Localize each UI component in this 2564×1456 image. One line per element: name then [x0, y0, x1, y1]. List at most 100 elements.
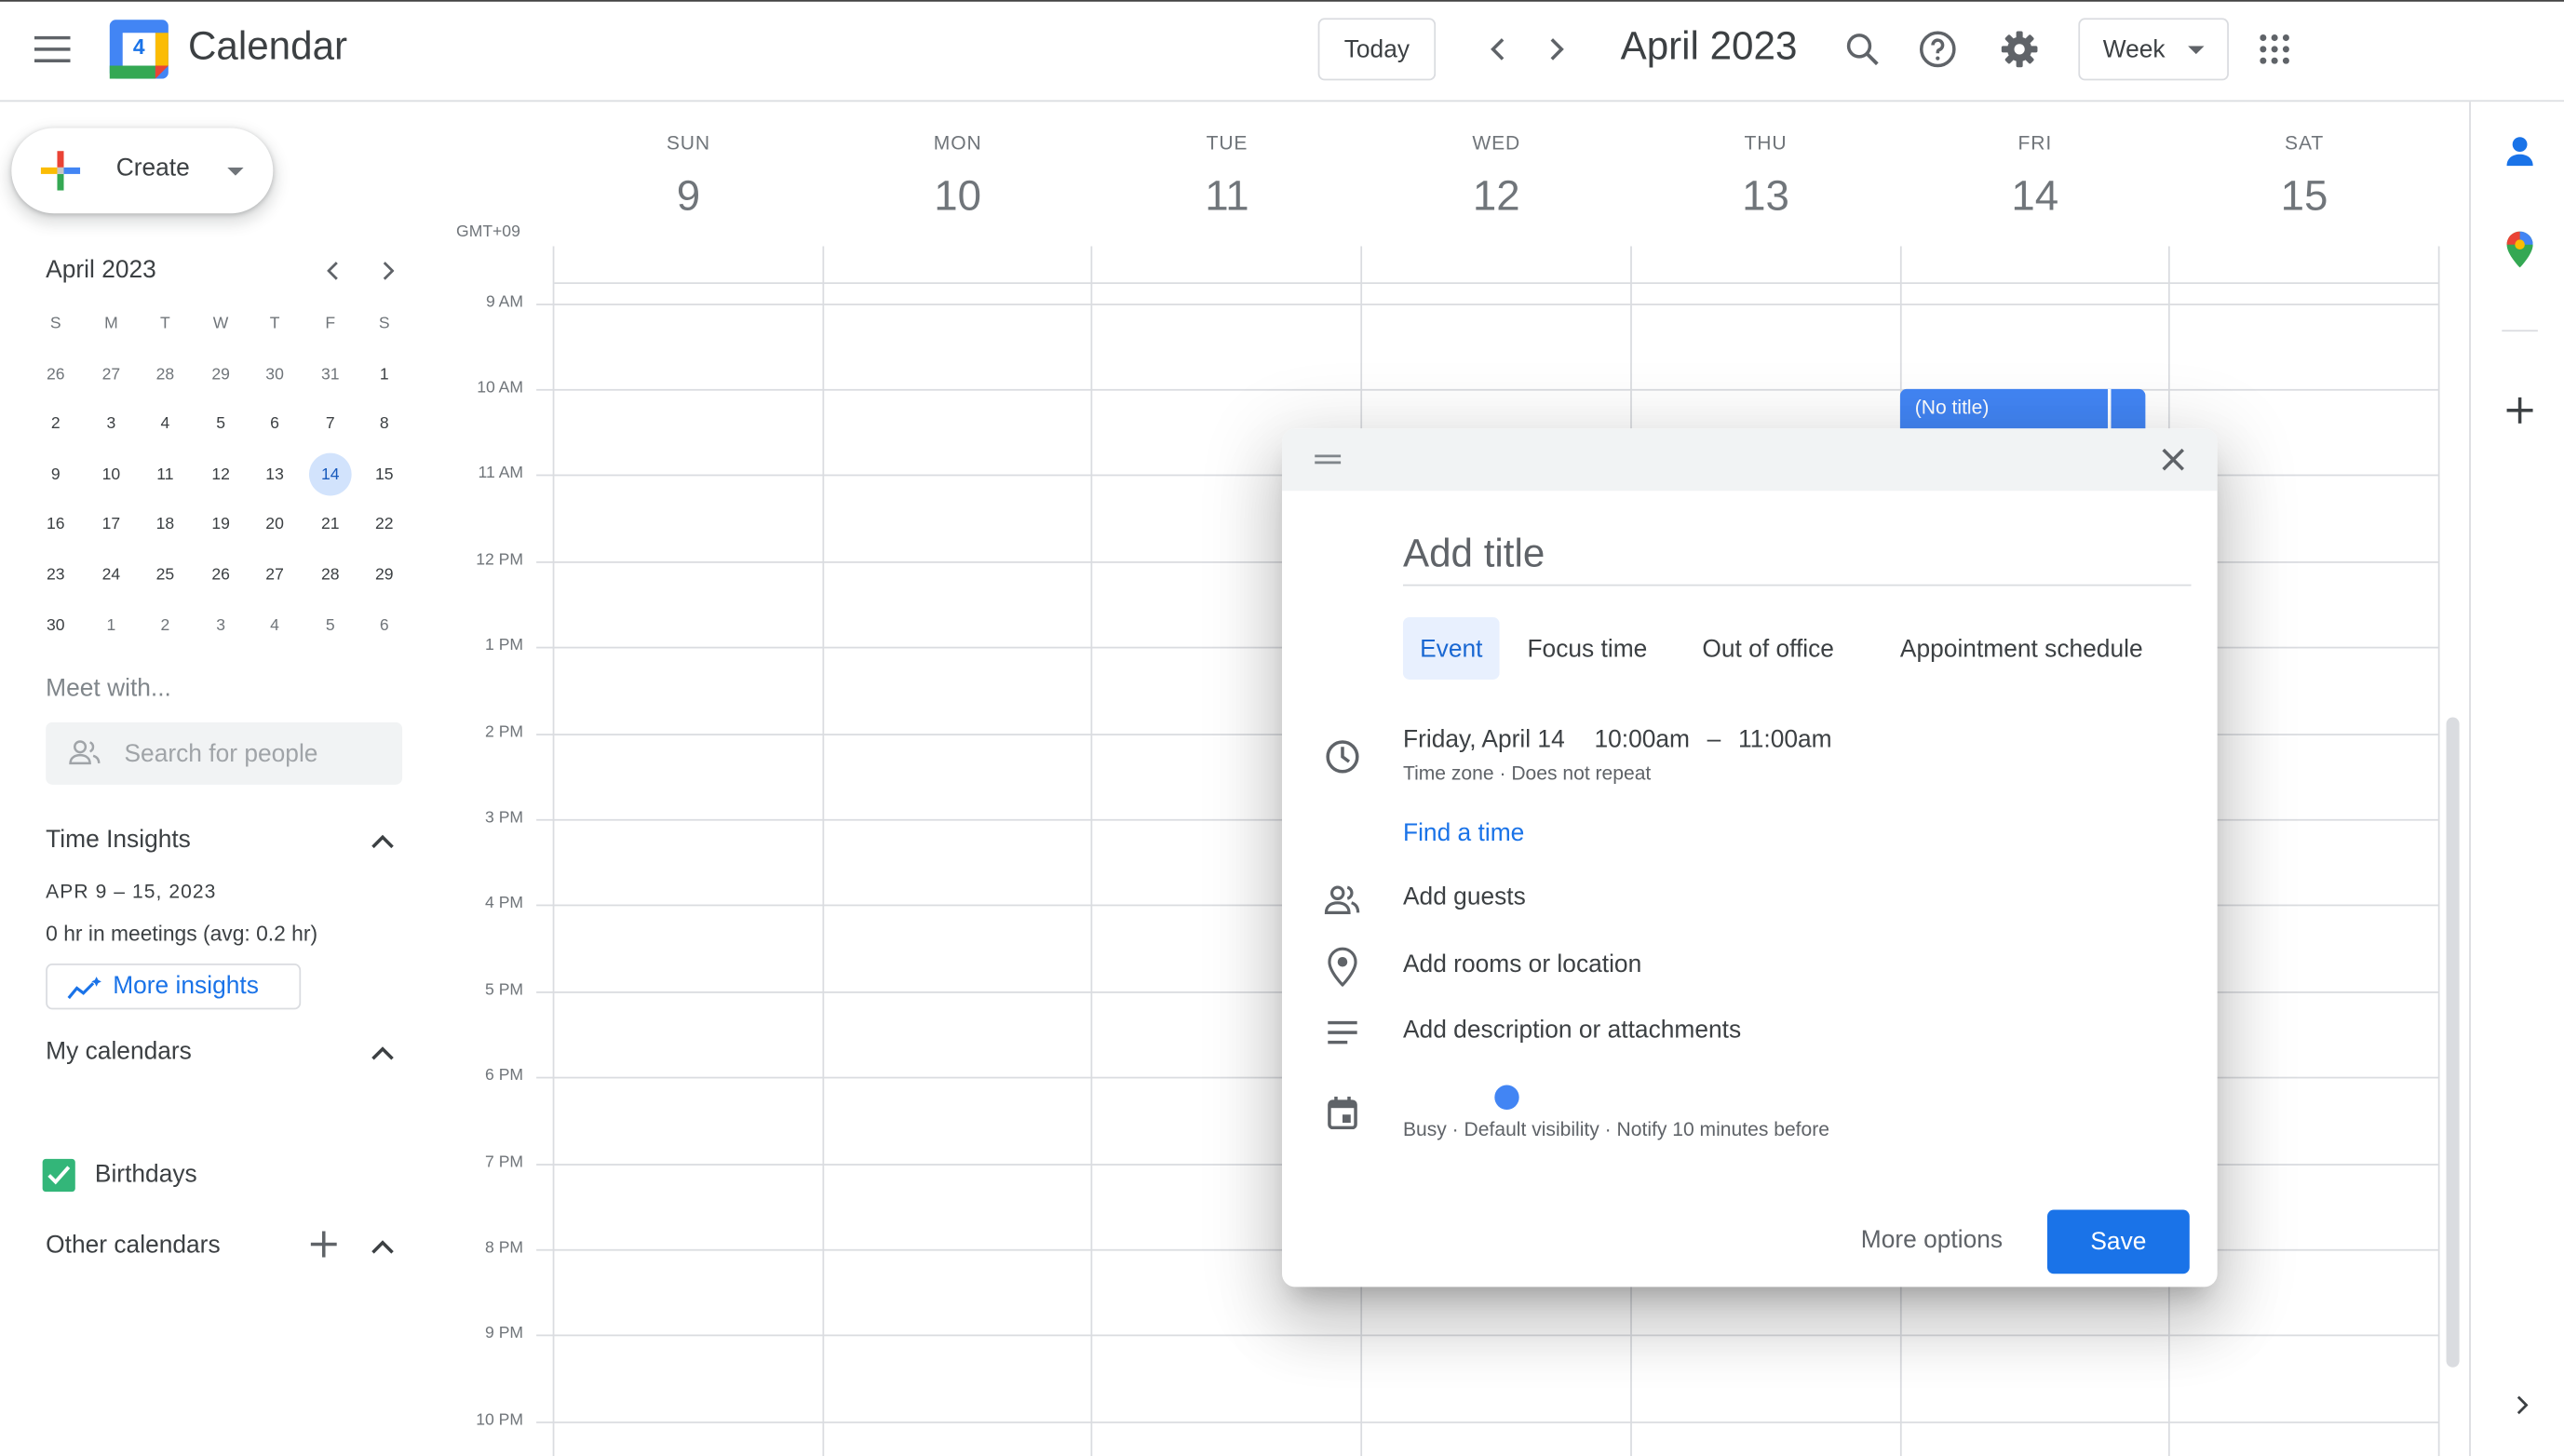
title-input[interactable]: Add title	[1402, 527, 2192, 586]
add-location-field[interactable]: Add rooms or location	[1403, 950, 1641, 978]
dialog-drag-bar[interactable]	[1282, 428, 2218, 492]
day-header-number[interactable]: 11	[1093, 170, 1361, 222]
mini-calendar-day[interactable]: 13	[253, 453, 296, 496]
create-button[interactable]: Create	[11, 128, 274, 214]
day-header-number[interactable]: 15	[2170, 170, 2438, 222]
birthdays-checkbox[interactable]	[42, 1158, 75, 1193]
mini-calendar-day[interactable]: 22	[363, 504, 406, 546]
help-button[interactable]	[1907, 18, 1969, 80]
mini-calendar-day[interactable]: 30	[34, 604, 77, 647]
mini-weekday-head: F	[325, 315, 336, 333]
my-calendars-collapse-button[interactable]	[363, 1032, 402, 1072]
mini-calendar-day[interactable]: 14	[308, 452, 352, 496]
find-a-time-link[interactable]: Find a time	[1403, 819, 1524, 847]
mini-calendar-day[interactable]: 17	[90, 504, 133, 546]
mini-weekday-head: W	[212, 315, 229, 333]
mini-calendar-day[interactable]: 4	[144, 403, 187, 446]
mini-calendar-day[interactable]: 12	[199, 453, 242, 496]
mini-calendar-day[interactable]: 27	[253, 554, 296, 597]
mini-calendar-day[interactable]: 3	[199, 604, 242, 647]
get-addons-button[interactable]	[2495, 385, 2544, 435]
tab-label: Event	[1420, 634, 1483, 663]
more-insights-button[interactable]: More insights	[46, 964, 302, 1010]
mini-calendar-day[interactable]: 24	[90, 554, 133, 597]
close-dialog-button[interactable]	[2149, 435, 2198, 484]
add-description-field[interactable]: Add description or attachments	[1403, 1016, 1741, 1044]
maps-button[interactable]	[2495, 225, 2544, 275]
mini-calendar-day[interactable]: 6	[253, 403, 296, 446]
mini-calendar-day[interactable]: 5	[199, 403, 242, 446]
mini-calendar-day[interactable]: 15	[363, 453, 406, 496]
mini-calendar-day[interactable]: 30	[253, 353, 296, 396]
apps-button[interactable]	[2244, 18, 2306, 80]
day-header-name: FRI	[2017, 131, 2053, 155]
add-guests-field[interactable]: Add guests	[1403, 883, 1526, 911]
mini-calendar-day[interactable]: 9	[34, 453, 77, 496]
day-header-number[interactable]: 10	[824, 170, 1092, 222]
date-time-row[interactable]: Friday, April 14 10:00am – 11:00am	[1403, 725, 1894, 762]
mini-calendar-day[interactable]: 3	[90, 403, 133, 446]
day-header-number[interactable]: 14	[1901, 170, 2169, 222]
search-people-input[interactable]: Search for people	[46, 721, 403, 785]
mini-calendar-day[interactable]: 1	[363, 353, 406, 396]
search-button[interactable]	[1831, 18, 1894, 80]
mini-calendar-day[interactable]: 19	[199, 504, 242, 546]
hour-label: 3 PM	[485, 809, 524, 828]
mini-calendar-day[interactable]: 10	[90, 453, 133, 496]
busy-visibility-notify[interactable]: Busy · Default visibility · Notify 10 mi…	[1403, 1118, 1829, 1141]
mini-calendar-day[interactable]: 27	[90, 353, 133, 396]
contacts-button[interactable]	[2495, 127, 2544, 176]
day-header-name: THU	[1744, 131, 1788, 155]
mini-calendar-day[interactable]: 26	[34, 353, 77, 396]
tab-appointment-schedule[interactable]: Appointment schedule	[1900, 617, 2143, 680]
next-week-button[interactable]	[1531, 23, 1583, 75]
calendar-color-dot[interactable]	[1494, 1085, 1519, 1110]
mini-calendar-day[interactable]: 28	[144, 353, 187, 396]
mini-calendar-day[interactable]: 20	[253, 504, 296, 546]
grid-scrollbar[interactable]	[2446, 717, 2460, 1368]
mini-calendar-day[interactable]: 5	[309, 604, 352, 647]
time-zone-repeat[interactable]: Time zone · Does not repeat	[1403, 762, 1651, 785]
other-calendars-collapse-button[interactable]	[363, 1226, 402, 1265]
mini-calendar-day[interactable]: 8	[363, 403, 406, 446]
mini-calendar-day[interactable]: 1	[90, 604, 133, 647]
mini-calendar-day[interactable]: 25	[144, 554, 187, 597]
mini-next-month-button[interactable]	[368, 251, 407, 290]
calendar-item-birthdays[interactable]: Birthdays	[42, 1157, 370, 1193]
tab-out-of-office[interactable]: Out of office	[1702, 617, 1834, 680]
mini-calendar-day[interactable]: 11	[144, 453, 187, 496]
mini-calendar-day[interactable]: 2	[144, 604, 187, 647]
view-select[interactable]: Week	[2078, 18, 2229, 81]
tab-focus-time[interactable]: Focus time	[1527, 617, 1647, 680]
mini-prev-month-button[interactable]	[314, 251, 353, 290]
add-other-calendar-button[interactable]	[304, 1224, 344, 1263]
calendar-logo-icon[interactable]: 4	[109, 20, 169, 79]
mini-calendar-day[interactable]: 23	[34, 554, 77, 597]
mini-calendar-day[interactable]: 29	[199, 353, 242, 396]
day-header-number[interactable]: 13	[1632, 170, 1900, 222]
more-options-button[interactable]: More options	[1861, 1226, 2003, 1254]
mini-calendar-day[interactable]: 21	[309, 504, 352, 546]
mini-calendar-day[interactable]: 6	[363, 604, 406, 647]
settings-button[interactable]	[1989, 18, 2051, 80]
mini-calendar-day[interactable]: 18	[144, 504, 187, 546]
today-button[interactable]: Today	[1317, 18, 1437, 81]
timezone-label: GMT+09	[456, 222, 520, 242]
mini-calendar-day[interactable]: 26	[199, 554, 242, 597]
day-header-number[interactable]: 12	[1362, 170, 1630, 222]
save-button[interactable]: Save	[2046, 1209, 2190, 1274]
mini-calendar-day[interactable]: 4	[253, 604, 296, 647]
mini-calendar-day[interactable]: 16	[34, 504, 77, 546]
mini-calendar-day[interactable]: 31	[309, 353, 352, 396]
time-insights-collapse-button[interactable]	[363, 821, 402, 860]
mini-calendar-day[interactable]: 29	[363, 554, 406, 597]
tab-event[interactable]: Event	[1402, 616, 1500, 680]
mini-calendar-day[interactable]: 7	[309, 403, 352, 446]
main-menu-button[interactable]	[20, 17, 85, 83]
expand-panel-button[interactable]	[2502, 1385, 2541, 1424]
mini-calendar-day[interactable]: 28	[309, 554, 352, 597]
day-header-number[interactable]: 9	[554, 170, 822, 222]
previous-week-button[interactable]	[1472, 23, 1524, 75]
time-range-dash: –	[1707, 725, 1721, 754]
mini-calendar-day[interactable]: 2	[34, 403, 77, 446]
